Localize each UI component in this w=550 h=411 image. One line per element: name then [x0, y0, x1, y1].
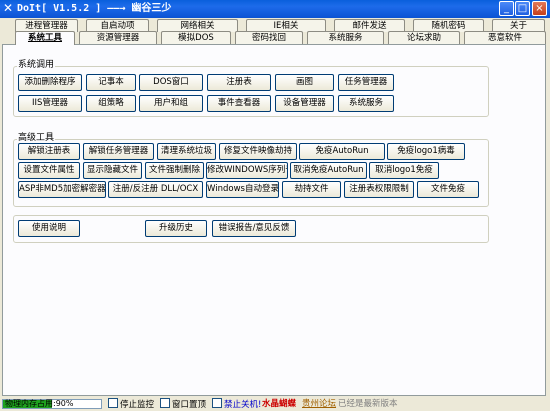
title-bar[interactable]: ✕ DoIt[ V1.5.2 ] ——→ 幽谷三少 _ □ × [0, 0, 550, 18]
window-title: DoIt[ V1.5.2 ] ——→ 幽谷三少 [17, 3, 172, 14]
force-delete-file-button[interactable]: 文件强制删除 [145, 162, 204, 179]
stop-monitor-checkbox[interactable]: 停止监控 [108, 398, 154, 411]
window-top-label: 窗口置顶 [172, 400, 207, 410]
immunize-autorun-button[interactable]: 免疫AutoRun [299, 143, 385, 160]
immunize-logo1-button[interactable]: 免疫logo1病毒 [387, 143, 465, 160]
group-system-calls-title: 系统调用 [17, 60, 56, 70]
registry-button[interactable]: 注册表 [207, 74, 271, 91]
event-viewer-button[interactable]: 事件查看器 [207, 95, 271, 112]
register-dll-ocx-button[interactable]: 注册/反注册 DLL/OCX [108, 181, 203, 198]
maximize-button[interactable]: □ [515, 1, 530, 16]
tab-row-front: 系统工具 资源管理器 模拟DOS 密码找回 系统服务 论坛求助 恶意软件 [0, 31, 550, 45]
upgrade-history-button[interactable]: 升级历史 [145, 220, 207, 237]
cancel-logo1-immunity-button[interactable]: 取消logo1免疫 [369, 162, 439, 179]
tab-system-tools[interactable]: 系统工具 [15, 31, 75, 45]
author-link[interactable]: 水晶蝴蝶 [262, 398, 296, 410]
iis-manager-button[interactable]: IIS管理器 [18, 95, 82, 112]
tab-malware[interactable]: 恶意软件 [464, 31, 546, 44]
file-immunity-button[interactable]: 文件免疫 [417, 181, 479, 198]
status-bar: 物理内存占用:90% 停止监控 窗口置顶 禁止关机! 水晶蝴蝶 贵州论坛 已经是… [0, 398, 550, 411]
asp-md5-decoder-button[interactable]: ASP非MD5加密解密器 [18, 181, 106, 198]
minimize-button[interactable]: _ [499, 1, 514, 16]
hijack-file-button[interactable]: 劫持文件 [282, 181, 341, 198]
forum-link[interactable]: 贵州论坛 [302, 398, 336, 410]
disable-shutdown-label: 禁止关机! [224, 400, 262, 410]
tab-password-recovery[interactable]: 密码找回 [235, 31, 303, 44]
tab-system-services[interactable]: 系统服务 [307, 31, 384, 44]
system-tools-panel: 系统调用 添加删除程序 记事本 DOS窗口 注册表 画图 任务管理器 IIS管理… [2, 44, 546, 396]
close-button[interactable]: × [532, 1, 547, 16]
fix-image-hijack-button[interactable]: 修复文件映像劫持 [219, 143, 297, 160]
error-report-feedback-button[interactable]: 错误报告/意见反馈 [212, 220, 296, 237]
clean-system-junk-button[interactable]: 清理系统垃圾 [157, 143, 216, 160]
version-status: 已经是最新版本 [338, 399, 398, 409]
tab-resource-manager[interactable]: 资源管理器 [79, 31, 157, 44]
window-top-box[interactable] [160, 398, 170, 408]
registry-permission-limit-button[interactable]: 注册表权限限制 [344, 181, 414, 198]
paint-button[interactable]: 画图 [275, 74, 334, 91]
task-manager-button[interactable]: 任务管理器 [338, 74, 394, 91]
tab-simulate-dos[interactable]: 模拟DOS [161, 31, 231, 44]
group-advanced-tools-title: 高级工具 [17, 133, 56, 143]
stop-monitor-box[interactable] [108, 398, 118, 408]
system-services-button[interactable]: 系统服务 [338, 95, 394, 112]
set-file-attributes-button[interactable]: 设置文件属性 [18, 162, 80, 179]
usage-instructions-button[interactable]: 使用说明 [18, 220, 80, 237]
disable-shutdown-box[interactable] [212, 398, 222, 408]
tab-forum-help[interactable]: 论坛求助 [388, 31, 460, 44]
memory-usage-label: 物理内存占用:90% [5, 399, 74, 408]
users-groups-button[interactable]: 用户和组 [139, 95, 203, 112]
unlock-task-manager-button[interactable]: 解锁任务管理器 [83, 143, 154, 160]
stop-monitor-label: 停止监控 [120, 400, 155, 410]
dos-window-button[interactable]: DOS窗口 [139, 74, 203, 91]
app-icon: ✕ [3, 1, 14, 15]
memory-usage-bar: 物理内存占用:90% [2, 399, 102, 409]
unlock-registry-button[interactable]: 解锁注册表 [18, 143, 80, 160]
window-top-checkbox[interactable]: 窗口置顶 [160, 398, 206, 411]
device-manager-button[interactable]: 设备管理器 [275, 95, 334, 112]
change-windows-serial-button[interactable]: 修改WINDOWS序列号 [206, 162, 288, 179]
windows-autologin-button[interactable]: Windows自动登录 [206, 181, 279, 198]
group-policy-button[interactable]: 组策略 [86, 95, 136, 112]
disable-shutdown-checkbox[interactable]: 禁止关机! [212, 398, 261, 411]
notepad-button[interactable]: 记事本 [86, 74, 136, 91]
show-hidden-files-button[interactable]: 显示隐藏文件 [83, 162, 142, 179]
add-remove-programs-button[interactable]: 添加删除程序 [18, 74, 82, 91]
cancel-autorun-immunity-button[interactable]: 取消免疫AutoRun [290, 162, 367, 179]
